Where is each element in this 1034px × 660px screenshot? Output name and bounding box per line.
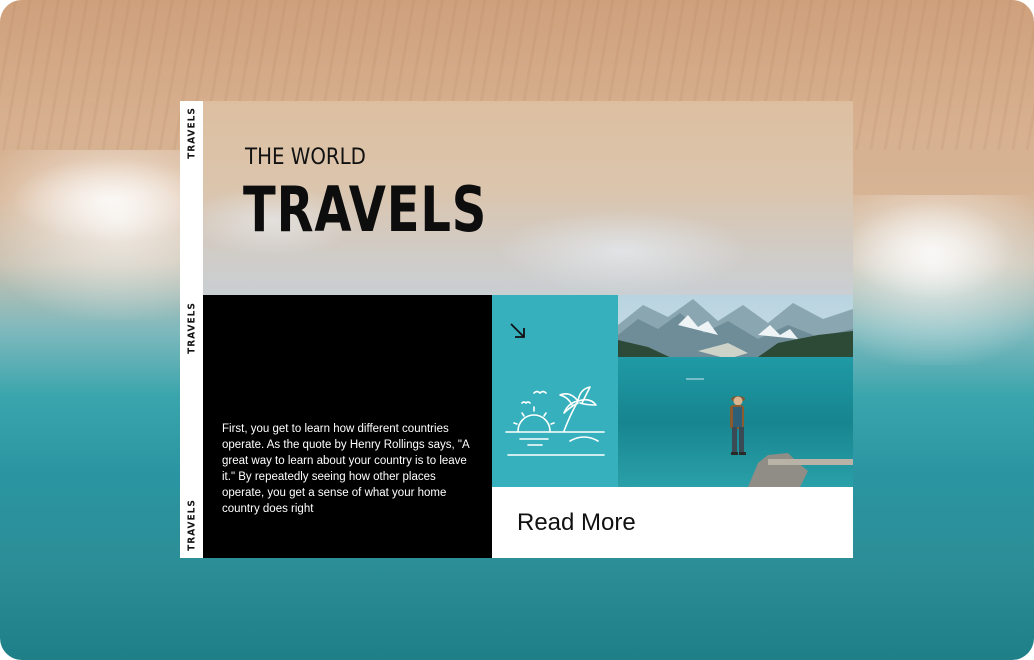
spine-label-bottom: TRAVELS [180, 495, 203, 555]
read-more-button[interactable]: Read More [492, 487, 853, 558]
spine-label-middle: TRAVELS [180, 298, 203, 358]
kicker-title: THE WORLD [245, 145, 366, 170]
beach-palm-sun-icon [505, 386, 605, 456]
read-more-label: Read More [517, 509, 636, 536]
lake-hiker-image [618, 295, 853, 487]
text-panel: First, you get to learn how different co… [203, 295, 492, 558]
spine-label-text: TRAVELS [186, 499, 197, 551]
card-spine: TRAVELS TRAVELS TRAVELS [180, 101, 203, 558]
spine-label-top: TRAVELS [180, 103, 203, 163]
body-paragraph: First, you get to learn how different co… [222, 423, 469, 515]
background-beach-image: TRAVELS TRAVELS TRAVELS THE WORLD TRAVEL… [0, 0, 1034, 660]
arrow-down-right-icon[interactable] [508, 321, 528, 341]
wave-foam-right [850, 195, 1034, 365]
icon-panel [492, 295, 618, 487]
headline-title: TRAVELS [243, 173, 488, 246]
spine-label-text: TRAVELS [186, 302, 197, 354]
spine-label-text: TRAVELS [186, 107, 197, 159]
lake-hiker-photo [618, 295, 853, 487]
travel-card: TRAVELS TRAVELS TRAVELS THE WORLD TRAVEL… [180, 101, 853, 558]
wave-foam-left [0, 150, 210, 320]
hero-image: THE WORLD TRAVELS [203, 101, 853, 295]
